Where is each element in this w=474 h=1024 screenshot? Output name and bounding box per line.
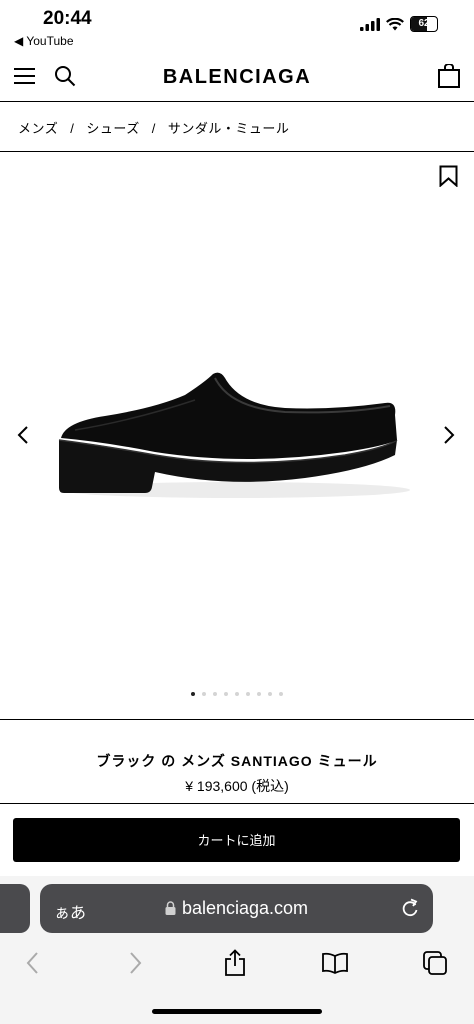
gallery-dot[interactable] [246, 692, 250, 696]
status-indicators: 62 [360, 16, 438, 32]
gallery-pagination [0, 692, 474, 696]
tabs-button[interactable] [420, 948, 450, 978]
wishlist-button[interactable] [439, 165, 458, 192]
gallery-dot[interactable] [224, 692, 228, 696]
gallery-dot[interactable] [257, 692, 261, 696]
battery-level: 62 [418, 18, 430, 29]
add-to-cart-button[interactable]: カートに追加 [13, 818, 460, 862]
share-button[interactable] [220, 948, 250, 978]
gallery-next-button[interactable] [440, 424, 456, 451]
url-display: balenciaga.com [40, 898, 433, 919]
signal-icon [360, 17, 380, 31]
breadcrumb-separator: / [70, 121, 75, 136]
reload-icon [402, 898, 418, 917]
address-bar[interactable]: ぁあ balenciaga.com [40, 884, 433, 933]
breadcrumb-item-mens[interactable]: メンズ [18, 121, 58, 136]
shopping-bag-button[interactable] [438, 63, 460, 93]
browser-forward-button[interactable] [120, 948, 150, 978]
brand-logo[interactable]: BALENCIAGA [0, 66, 474, 89]
chevron-left-icon [17, 426, 28, 444]
chevron-right-icon [130, 952, 142, 974]
status-time: 20:44 [43, 8, 92, 29]
breadcrumb-divider [0, 151, 474, 152]
previous-tab-preview[interactable] [0, 884, 30, 933]
chevron-right-icon [444, 426, 455, 444]
gallery-dot[interactable] [191, 692, 195, 696]
breadcrumb: メンズ / シューズ / サンダル・ミュール [18, 118, 289, 137]
bag-icon [438, 63, 460, 88]
gallery-dot[interactable] [213, 692, 217, 696]
wifi-icon [386, 17, 404, 30]
home-indicator [152, 1009, 322, 1014]
reload-button[interactable] [401, 898, 419, 923]
book-icon [322, 952, 348, 974]
gallery-dot[interactable] [202, 692, 206, 696]
lock-icon [165, 901, 176, 915]
breadcrumb-separator: / [151, 121, 156, 136]
product-price: ¥ 193,600 (税込) [185, 778, 289, 794]
product-image [58, 372, 410, 498]
bookmarks-button[interactable] [320, 948, 350, 978]
chevron-left-icon [26, 952, 38, 974]
gallery-prev-button[interactable] [16, 424, 32, 451]
header-divider [0, 101, 474, 102]
bookmark-icon [439, 165, 458, 188]
breadcrumb-item-sandals-mules[interactable]: サンダル・ミュール [168, 121, 290, 136]
browser-back-button[interactable] [18, 948, 48, 978]
battery-indicator: 62 [410, 16, 438, 32]
share-icon [225, 949, 245, 976]
back-to-app-link[interactable]: ◀ YouTube [14, 34, 74, 48]
breadcrumb-item-shoes[interactable]: シューズ [86, 121, 139, 136]
gallery-divider [0, 719, 474, 720]
tabs-icon [423, 951, 447, 975]
gallery-dot[interactable] [235, 692, 239, 696]
url-text: balenciaga.com [181, 898, 309, 918]
gallery-dot[interactable] [279, 692, 283, 696]
product-title: ブラック の メンズ SANTIAGO ミュール [96, 753, 378, 769]
info-divider [0, 803, 474, 804]
gallery-dot[interactable] [268, 692, 272, 696]
